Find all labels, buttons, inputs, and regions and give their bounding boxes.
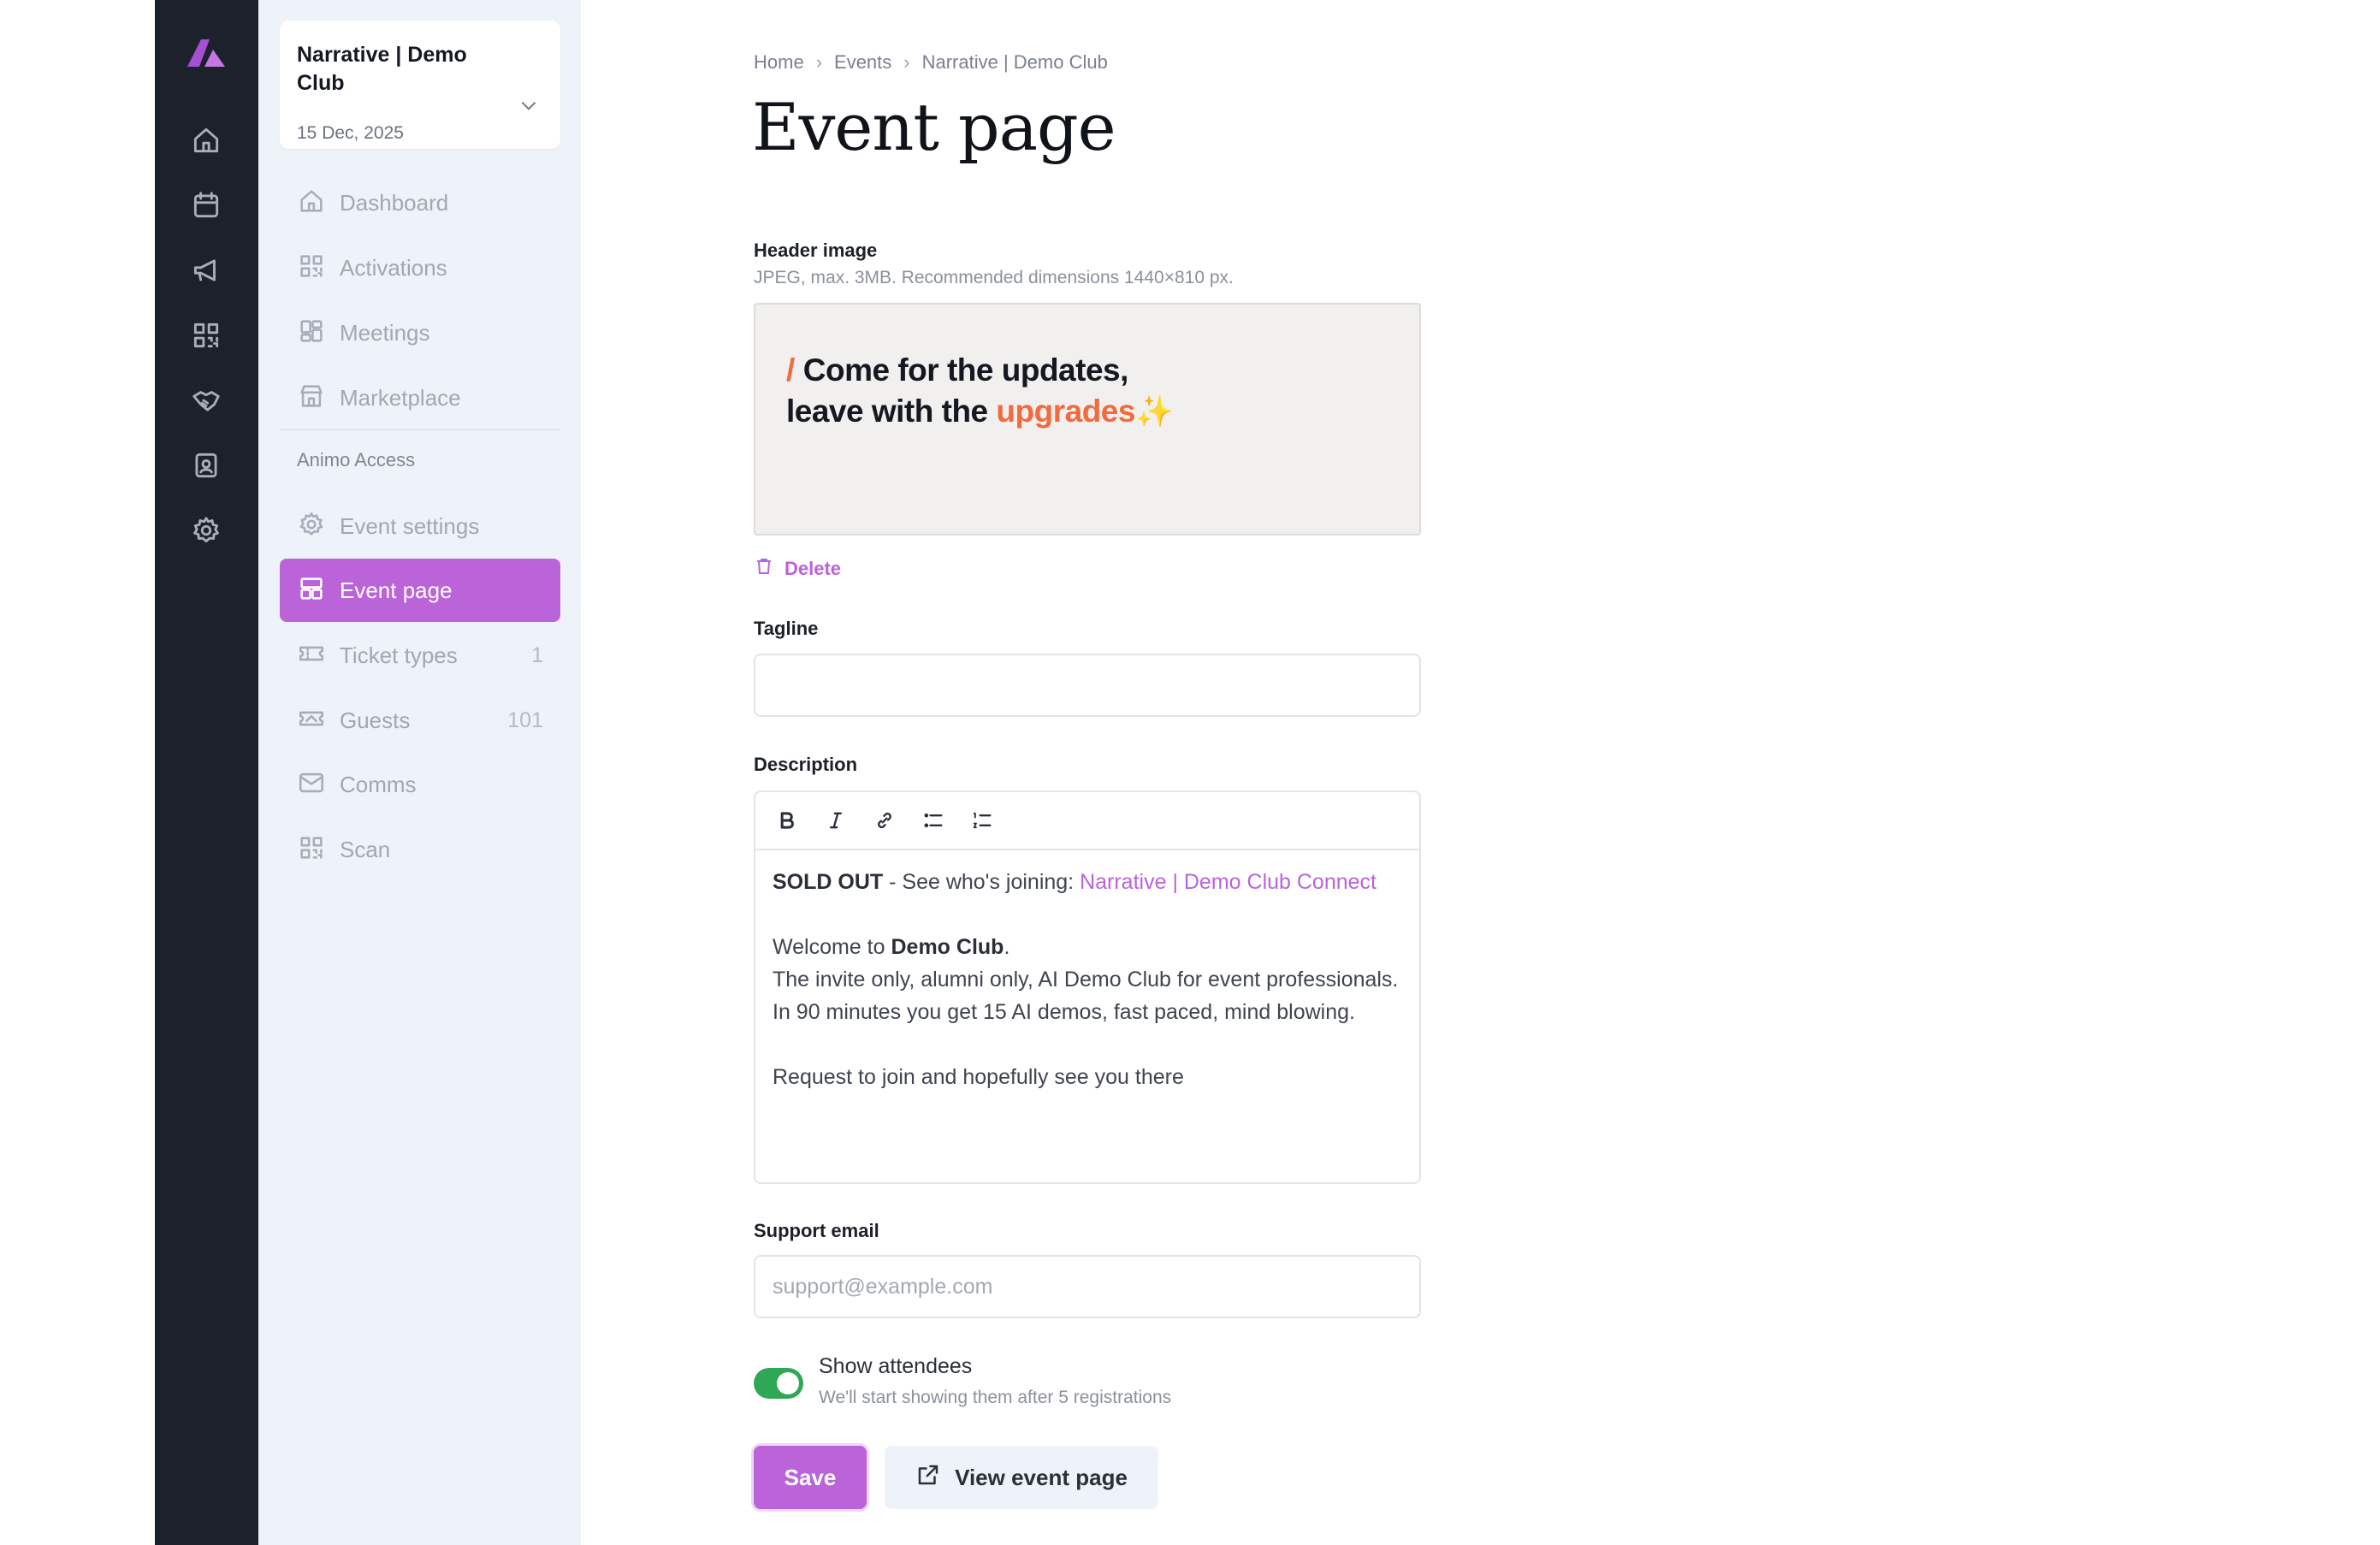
gear-icon — [297, 510, 326, 543]
header-image-hint: JPEG, max. 3MB. Recommended dimensions 1… — [754, 268, 1234, 287]
description-blank — [773, 1028, 1406, 1061]
sidebar-item-label: Activations — [340, 254, 447, 281]
view-event-page-label: View event page — [955, 1464, 1128, 1490]
sidebar-item-activations[interactable]: Activations — [280, 236, 560, 299]
editor-toolbar — [755, 792, 1419, 850]
sidebar-item-label: Event settings — [340, 512, 480, 539]
description-blank — [773, 898, 1406, 931]
qr-icon — [297, 252, 326, 285]
sidebar-item-comms[interactable]: Comms — [280, 753, 560, 816]
header-image-preview[interactable]: / Come for the updates, leave with the up… — [754, 303, 1421, 536]
save-button[interactable]: Save — [754, 1446, 867, 1509]
italic-icon[interactable] — [820, 804, 852, 837]
icon-rail — [155, 0, 258, 1545]
bullet-list-icon[interactable] — [917, 804, 950, 837]
sidebar-item-label: Event page — [340, 577, 453, 603]
ticket-types-count: 1 — [531, 642, 543, 667]
sidebar-item-marketplace[interactable]: Marketplace — [280, 366, 560, 429]
breadcrumb-current[interactable]: Narrative | Demo Club — [922, 51, 1108, 74]
home-icon — [297, 186, 326, 220]
show-attendees-hint: We'll start showing them after 5 registr… — [819, 1388, 1172, 1407]
tagline-label: Tagline — [754, 618, 819, 639]
event-switcher[interactable]: Narrative | Demo Club 15 Dec, 2025 — [280, 21, 560, 149]
layout-icon — [297, 574, 326, 607]
external-link-icon — [915, 1462, 955, 1494]
sidebar-item-label: Marketplace — [340, 384, 461, 411]
show-attendees-toggle[interactable] — [754, 1368, 803, 1399]
animo-logo[interactable] — [184, 33, 228, 70]
link-icon[interactable] — [868, 804, 901, 837]
sidebar-divider — [280, 429, 560, 430]
ticket-icon — [297, 639, 326, 672]
description-line-3: In 90 minutes you get 15 AI demos, fast … — [773, 1000, 1355, 1024]
show-attendees-label: Show attendees — [819, 1354, 973, 1378]
main-content: Home › Events › Narrative | Demo Club Ev… — [581, 0, 2380, 1545]
description-line-4: Request to join and hopefully see you th… — [773, 1065, 1184, 1089]
description-paragraph-1: SOLD OUT - See who's joining: Narrative … — [773, 870, 1376, 894]
description-editor[interactable]: SOLD OUT - See who's joining: Narrative … — [754, 790, 1421, 1184]
sidebar-item-label: Scan — [340, 836, 391, 862]
breadcrumb-events[interactable]: Events — [834, 51, 891, 74]
breadcrumb-home[interactable]: Home — [754, 51, 804, 74]
sidebar-item-label: Dashboard — [340, 189, 449, 216]
gear-icon[interactable] — [186, 510, 227, 551]
qr-icon — [297, 833, 326, 867]
grid-icon — [297, 317, 326, 350]
toggle-knob — [777, 1372, 799, 1394]
numbered-list-icon[interactable] — [966, 804, 998, 837]
header-image-line2: leave with the upgrades✨ — [786, 394, 1174, 429]
sidebar-item-meetings[interactable]: Meetings — [280, 301, 560, 364]
chevron-right-icon: › — [815, 51, 823, 73]
sparkle-icon: ✨ — [1134, 394, 1174, 429]
calendar-icon[interactable] — [186, 185, 227, 226]
home-icon[interactable] — [186, 120, 227, 161]
delete-label: Delete — [784, 558, 842, 579]
guest-ticket-icon — [297, 704, 326, 737]
description-content[interactable]: SOLD OUT - See who's joining: Narrative … — [773, 866, 1406, 1093]
tagline-input[interactable] — [754, 654, 1421, 717]
sidebar: Narrative | Demo Club 15 Dec, 2025 Dashb… — [258, 0, 581, 1545]
delete-image-button[interactable]: Delete — [754, 556, 841, 582]
description-label: Description — [754, 754, 858, 775]
sidebar-item-event-page[interactable]: Event page — [280, 559, 560, 622]
trash-icon — [754, 556, 784, 582]
chevron-down-icon[interactable] — [518, 94, 540, 116]
description-line-2: The invite only, alumni only, AI Demo Cl… — [773, 968, 1399, 992]
handshake-icon[interactable] — [186, 380, 227, 421]
qr-icon[interactable] — [186, 315, 227, 356]
badge-icon[interactable] — [186, 445, 227, 486]
page-title: Event page — [752, 89, 1116, 165]
support-email-label: Support email — [754, 1220, 879, 1241]
event-switcher-date: 15 Dec, 2025 — [297, 123, 404, 143]
bold-icon[interactable] — [771, 804, 803, 837]
sidebar-item-scan[interactable]: Scan — [280, 818, 560, 881]
chevron-right-icon: › — [903, 51, 910, 73]
sidebar-section-title: Animo Access — [297, 449, 416, 471]
header-image-line1: / Come for the updates, — [786, 352, 1128, 388]
store-icon — [297, 382, 326, 415]
sidebar-item-label: Comms — [340, 771, 417, 797]
mail-icon — [297, 768, 326, 802]
sidebar-item-dashboard[interactable]: Dashboard — [280, 171, 560, 234]
sidebar-item-label: Guests — [340, 707, 411, 733]
support-email-input[interactable] — [754, 1255, 1421, 1318]
guests-count: 101 — [507, 707, 543, 732]
description-welcome: Welcome to Demo Club. — [773, 935, 1010, 959]
view-event-page-button[interactable]: View event page — [885, 1446, 1158, 1509]
sidebar-item-label: Meetings — [340, 319, 430, 346]
sidebar-item-event-settings[interactable]: Event settings — [280, 494, 560, 558]
event-switcher-title: Narrative | Demo Club — [297, 43, 467, 95]
connect-link[interactable]: Narrative | Demo Club Connect — [1080, 870, 1376, 894]
sold-out-text: SOLD OUT — [773, 870, 884, 894]
sidebar-item-guests[interactable]: Guests 101 — [280, 689, 560, 752]
megaphone-icon[interactable] — [186, 250, 227, 291]
header-image-label: Header image — [754, 240, 878, 261]
breadcrumb: Home › Events › Narrative | Demo Club — [754, 51, 1108, 74]
sidebar-item-label: Ticket types — [340, 642, 458, 668]
sidebar-item-ticket-types[interactable]: Ticket types 1 — [280, 624, 560, 687]
